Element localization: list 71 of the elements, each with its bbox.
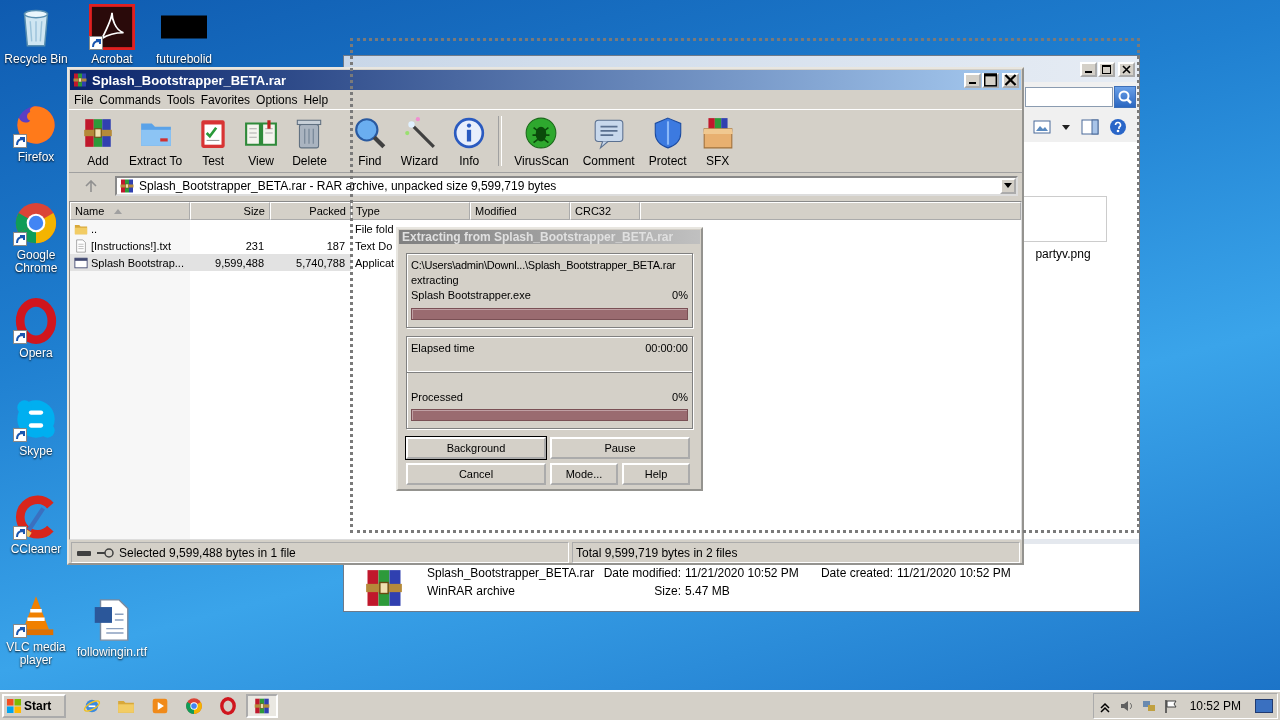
toolbar-button[interactable]: Protect bbox=[642, 116, 693, 172]
toolbar-button[interactable]: Extract To bbox=[123, 116, 189, 172]
dialog-title: Extracting from Splash_Bootstrapper_BETA.rar bbox=[399, 230, 700, 244]
menu-item[interactable]: Commands bbox=[96, 93, 164, 107]
desktop-icon[interactable]: futurebolid bbox=[152, 4, 216, 66]
field-value: 5.47 MB bbox=[685, 584, 731, 600]
toolbar-button[interactable]: Comment bbox=[576, 116, 641, 172]
dialog-button[interactable]: Cancel bbox=[406, 463, 546, 485]
table-cell: 5,740,788 bbox=[270, 254, 351, 271]
toolbar-button[interactable]: Info bbox=[446, 116, 493, 172]
column-header[interactable]: Modified bbox=[470, 202, 570, 220]
desktop-icon[interactable]: Skype bbox=[4, 396, 68, 458]
desktop-icon[interactable]: Firefox bbox=[4, 102, 68, 164]
dialog-button[interactable]: Mode... bbox=[550, 463, 618, 485]
start-button[interactable]: Start bbox=[2, 694, 66, 718]
menu-item[interactable]: Favorites bbox=[197, 93, 254, 107]
table-cell-text: 231 bbox=[244, 238, 265, 254]
table-cell: 9,599,488 bbox=[190, 254, 270, 271]
desktop-icon[interactable]: Opera bbox=[4, 298, 68, 360]
dialog-button[interactable]: Pause bbox=[550, 437, 690, 459]
toolbar-button[interactable]: Wizard bbox=[394, 116, 445, 172]
archive-path: C:\Users\admin\Downl...\Splash_Bootstrapper_BETA.rar bbox=[411, 258, 677, 272]
window-title: Splash_Bootstrapper_BETA.rar bbox=[92, 72, 288, 88]
toolbar-button[interactable]: Add bbox=[75, 116, 121, 172]
value-text: 00:00:00 bbox=[645, 341, 688, 355]
column-header[interactable]: Size bbox=[190, 202, 270, 220]
column-header[interactable]: Name bbox=[70, 202, 190, 220]
menu-item[interactable]: Tools bbox=[163, 93, 198, 107]
field-label: Date modified: bbox=[602, 566, 681, 582]
toolbar-button[interactable]: Test bbox=[190, 116, 237, 172]
value-text: 0% bbox=[672, 390, 688, 404]
table-cell[interactable]: [Instructions!].txt bbox=[70, 237, 190, 254]
clock-text: 10:52 PM bbox=[1188, 699, 1242, 713]
desktop-icon[interactable]: Recycle Bin bbox=[4, 4, 68, 66]
table-cell-text: 187 bbox=[325, 238, 346, 254]
dialog-button[interactable]: Background bbox=[406, 437, 546, 459]
action-text: extracting bbox=[411, 273, 460, 287]
toolbar-button[interactable]: VirusScan bbox=[508, 116, 575, 172]
toolbar-button[interactable]: SFX bbox=[694, 116, 741, 172]
table-cell-text: Text Do bbox=[354, 238, 393, 254]
status-text: Total 9,599,719 bytes in 2 files bbox=[576, 545, 738, 560]
label-text: Processed bbox=[411, 390, 463, 404]
menu-item[interactable]: File bbox=[71, 93, 97, 107]
table-cell-text: File fold bbox=[354, 221, 394, 237]
label-text: Splash Bootstrapper.exe bbox=[411, 288, 531, 302]
toolbar-button[interactable]: Find bbox=[346, 116, 393, 172]
desktop-icon[interactable]: Acrobat bbox=[80, 4, 144, 66]
field-label: Date created: bbox=[819, 566, 893, 582]
status-text: Selected 9,599,488 bytes in 1 file bbox=[119, 545, 296, 560]
field-label: Size: bbox=[653, 584, 681, 600]
address-text: Splash_Bootstrapper_BETA.rar - RAR archive, unpacked size 9,599,719 bytes bbox=[139, 179, 558, 193]
file-type: WinRAR archive bbox=[427, 584, 517, 600]
toolbar-button[interactable]: Delete bbox=[286, 116, 333, 172]
table-cell[interactable]: .. bbox=[70, 220, 190, 237]
desktop-icon[interactable]: Google Chrome bbox=[4, 200, 68, 275]
table-cell-text: Applicat bbox=[354, 255, 395, 271]
file-name: Splash_Bootstrapper_BETA.rar bbox=[427, 566, 595, 582]
column-header[interactable]: Packed bbox=[270, 202, 351, 220]
column-header[interactable]: Type bbox=[351, 202, 470, 220]
address-field[interactable]: Splash_Bootstrapper_BETA.rar - RAR archive, unpacked size 9,599,719 bytes bbox=[115, 176, 1018, 196]
label-text: Elapsed time bbox=[411, 341, 475, 355]
toolbar-button[interactable]: View bbox=[238, 116, 285, 172]
field-value: 11/21/2020 10:52 PM bbox=[897, 566, 1012, 582]
value-text: 0% bbox=[672, 288, 688, 302]
field-value: 11/21/2020 10:52 PM bbox=[685, 566, 800, 582]
table-cell[interactable]: Splash Bootstrap... bbox=[70, 254, 190, 271]
dialog-button[interactable]: Help bbox=[622, 463, 690, 485]
menu-item[interactable]: Help bbox=[300, 93, 332, 107]
column-header[interactable]: CRC32 bbox=[570, 202, 640, 220]
file-name[interactable]: partyv.png bbox=[1035, 247, 1091, 261]
menu-item[interactable]: Options bbox=[253, 93, 301, 107]
